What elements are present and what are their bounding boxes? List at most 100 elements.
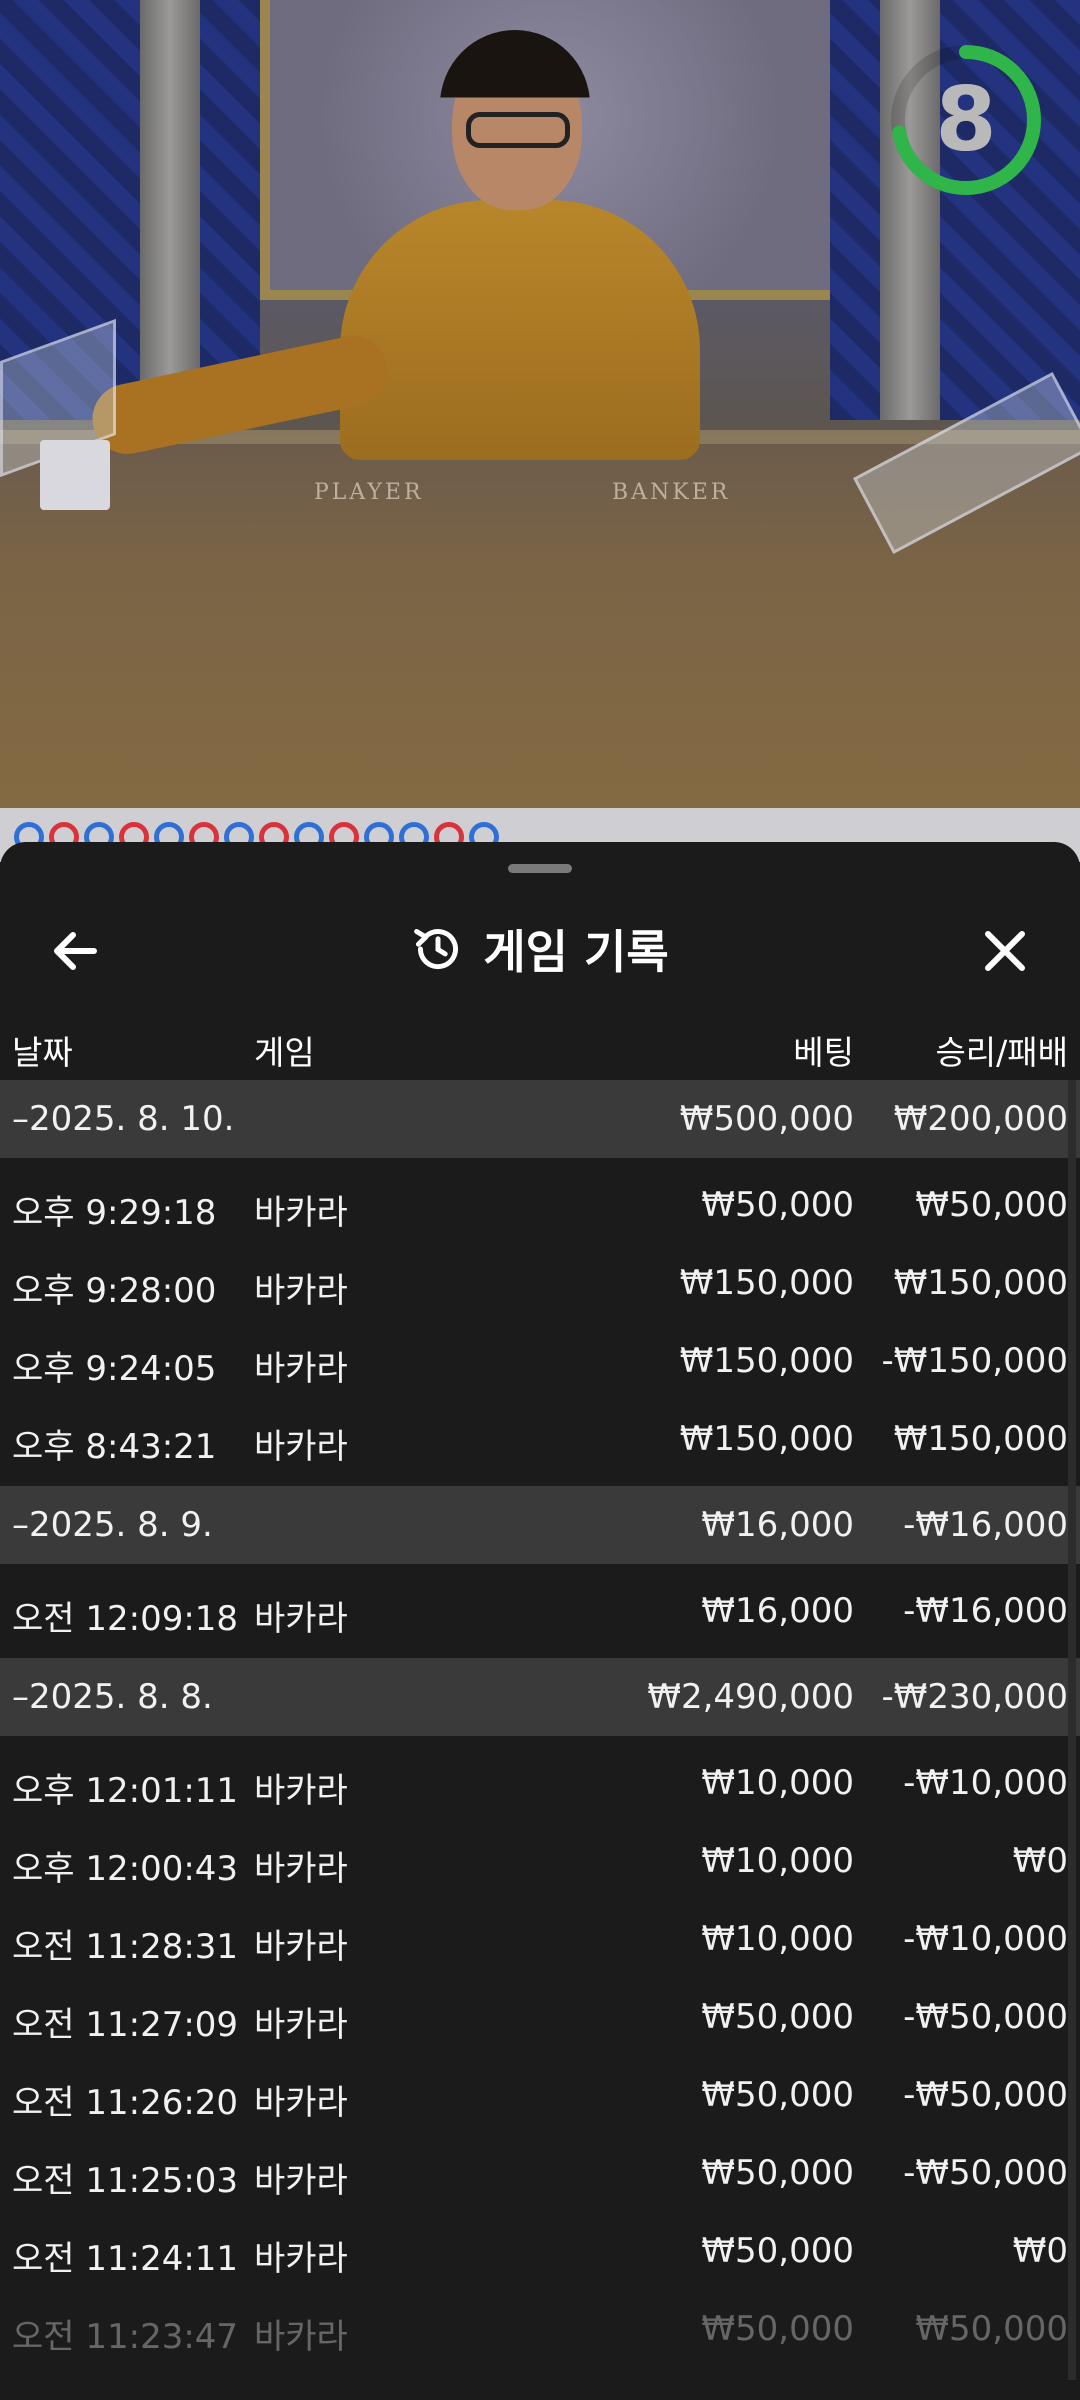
row-game: 바카라 bbox=[254, 1927, 348, 1967]
row-game: 바카라 bbox=[254, 1599, 348, 1639]
row-bet: ₩150,000 bbox=[679, 1419, 854, 1459]
row-win-loss: -₩10,000 bbox=[903, 1763, 1068, 1803]
row-bet: ₩50,000 bbox=[701, 2309, 854, 2349]
countdown-timer: 8 bbox=[886, 40, 1046, 200]
row-bet: ₩150,000 bbox=[679, 1341, 854, 1381]
row-bet: ₩50,000 bbox=[701, 1997, 854, 2037]
row-bet: ₩16,000 bbox=[701, 1505, 854, 1545]
row-game: 바카라 bbox=[254, 1193, 348, 1233]
row-date: 오후 9:24:05 bbox=[12, 1349, 217, 1389]
row-game: 바카라 bbox=[254, 2239, 348, 2279]
row-game: 바카라 bbox=[254, 1771, 348, 1811]
row-bet: ₩50,000 bbox=[701, 2153, 854, 2193]
row-game: 바카라 bbox=[254, 1349, 348, 1389]
row-win-loss: -₩50,000 bbox=[903, 1997, 1068, 2037]
sheet-title: 게임 기록 bbox=[0, 902, 1080, 996]
date-group-row[interactable]: –2025. 8. 8. ₩2,490,000 -₩230,000 bbox=[0, 1658, 1080, 1736]
sheet-title-text: 게임 기록 bbox=[483, 925, 669, 979]
row-bet: ₩50,000 bbox=[701, 2075, 854, 2115]
history-icon bbox=[414, 928, 459, 970]
history-row: 오전 11:23:47 바카라 ₩50,000 ₩50,000 bbox=[0, 2290, 1080, 2368]
row-bet: ₩16,000 bbox=[701, 1591, 854, 1631]
sheet-header: 게임 기록 bbox=[0, 902, 1080, 996]
timer-value: 8 bbox=[935, 68, 997, 171]
column-game: 게임 bbox=[254, 1033, 315, 1072]
row-date: 오후 9:28:00 bbox=[12, 1271, 217, 1311]
row-date: –2025. 8. 8. bbox=[12, 1677, 213, 1717]
felt-player-label: PLAYER bbox=[314, 480, 424, 505]
drag-handle[interactable] bbox=[508, 864, 572, 873]
history-row: 오후 12:00:43 바카라 ₩10,000 ₩0 bbox=[0, 1822, 1080, 1900]
row-bet: ₩500,000 bbox=[679, 1099, 854, 1139]
row-game: 바카라 bbox=[254, 2005, 348, 2045]
row-win-loss: -₩150,000 bbox=[881, 1341, 1069, 1381]
row-win-loss: ₩0 bbox=[1012, 2231, 1068, 2271]
history-row: 오전 11:26:20 바카라 ₩50,000 -₩50,000 bbox=[0, 2056, 1080, 2134]
history-row: 오후 9:28:00 바카라 ₩150,000 ₩150,000 bbox=[0, 1244, 1080, 1322]
row-win-loss: ₩50,000 bbox=[915, 2309, 1068, 2349]
row-date: 오후 12:00:43 bbox=[12, 1849, 239, 1889]
card-stack bbox=[40, 440, 110, 510]
row-win-loss: -₩10,000 bbox=[903, 1919, 1068, 1959]
row-game: 바카라 bbox=[254, 1427, 348, 1467]
row-bet: ₩10,000 bbox=[701, 1841, 854, 1881]
history-row: 오전 11:28:31 바카라 ₩10,000 -₩10,000 bbox=[0, 1900, 1080, 1978]
row-win-loss: -₩50,000 bbox=[903, 2153, 1068, 2193]
history-list[interactable]: –2025. 8. 10. ₩500,000 ₩200,000 오후 9:29:18 바… bbox=[0, 1080, 1080, 2380]
row-game: 바카라 bbox=[254, 1849, 348, 1889]
pillar-left bbox=[140, 0, 200, 420]
row-game: 바카라 bbox=[254, 2317, 348, 2357]
felt-banker-label: BANKER bbox=[612, 480, 731, 505]
history-row: 오전 11:25:03 바카라 ₩50,000 -₩50,000 bbox=[0, 2134, 1080, 2212]
column-date: 날짜 bbox=[12, 1033, 73, 1072]
row-win-loss: ₩150,000 bbox=[893, 1419, 1068, 1459]
row-date: 오전 11:28:31 bbox=[12, 1927, 239, 1967]
row-date: –2025. 8. 10. bbox=[12, 1099, 235, 1139]
date-group-row[interactable]: –2025. 8. 9. ₩16,000 -₩16,000 bbox=[0, 1486, 1080, 1564]
row-bet: ₩150,000 bbox=[679, 1263, 854, 1303]
row-date: 오전 11:25:03 bbox=[12, 2161, 239, 2201]
row-win-loss: -₩16,000 bbox=[903, 1505, 1068, 1545]
dealer-glasses bbox=[466, 112, 570, 148]
row-bet: ₩10,000 bbox=[701, 1919, 854, 1959]
date-group-row[interactable]: –2025. 8. 10. ₩500,000 ₩200,000 bbox=[0, 1080, 1080, 1158]
history-row: 오후 8:43:21 바카라 ₩150,000 ₩150,000 bbox=[0, 1400, 1080, 1478]
row-win-loss: -₩50,000 bbox=[903, 2075, 1068, 2115]
row-date: 오전 11:26:20 bbox=[12, 2083, 239, 2123]
column-win-loss: 승리/패배 bbox=[935, 1033, 1068, 1072]
scrollbar[interactable] bbox=[1068, 1080, 1076, 2380]
column-bet: 베팅 bbox=[793, 1033, 854, 1072]
row-bet: ₩10,000 bbox=[701, 1763, 854, 1803]
history-row: 오후 9:24:05 바카라 ₩150,000 -₩150,000 bbox=[0, 1322, 1080, 1400]
close-button[interactable] bbox=[970, 916, 1040, 986]
history-row: 오전 12:09:18 바카라 ₩16,000 -₩16,000 bbox=[0, 1572, 1080, 1650]
row-game: 바카라 bbox=[254, 1271, 348, 1311]
wall-quilt-mid-right bbox=[830, 0, 880, 420]
row-win-loss: ₩0 bbox=[1012, 1841, 1068, 1881]
close-icon bbox=[985, 931, 1025, 971]
row-win-loss: ₩50,000 bbox=[915, 1185, 1068, 1225]
row-game: 바카라 bbox=[254, 2083, 348, 2123]
dealer-body bbox=[340, 200, 700, 460]
row-bet: ₩2,490,000 bbox=[647, 1677, 854, 1717]
game-history-sheet: 게임 기록 날짜 게임 베팅 승리/패배 –2025. 8. 10. ₩500,0… bbox=[0, 842, 1080, 2400]
live-dealer-video: PLAYER BANKER 8 bbox=[0, 0, 1080, 808]
row-bet: ₩50,000 bbox=[701, 2231, 854, 2271]
history-row: 오전 11:27:09 바카라 ₩50,000 -₩50,000 bbox=[0, 1978, 1080, 2056]
row-win-loss: ₩200,000 bbox=[893, 1099, 1068, 1139]
history-row: 오후 12:01:11 바카라 ₩10,000 -₩10,000 bbox=[0, 1744, 1080, 1822]
row-win-loss: ₩150,000 bbox=[893, 1263, 1068, 1303]
row-date: 오후 8:43:21 bbox=[12, 1427, 217, 1467]
history-row: 오전 11:24:11 바카라 ₩50,000 ₩0 bbox=[0, 2212, 1080, 2290]
arrow-left-icon bbox=[54, 932, 97, 970]
row-win-loss: -₩230,000 bbox=[881, 1677, 1069, 1717]
back-button[interactable] bbox=[40, 916, 110, 986]
row-bet: ₩50,000 bbox=[701, 1185, 854, 1225]
row-date: –2025. 8. 9. bbox=[12, 1505, 213, 1545]
row-win-loss: -₩16,000 bbox=[903, 1591, 1068, 1631]
history-row: 오후 9:29:18 바카라 ₩50,000 ₩50,000 bbox=[0, 1166, 1080, 1244]
row-date: 오후 9:29:18 bbox=[12, 1193, 217, 1233]
table-header: 날짜 게임 베팅 승리/패배 bbox=[0, 1010, 1080, 1080]
